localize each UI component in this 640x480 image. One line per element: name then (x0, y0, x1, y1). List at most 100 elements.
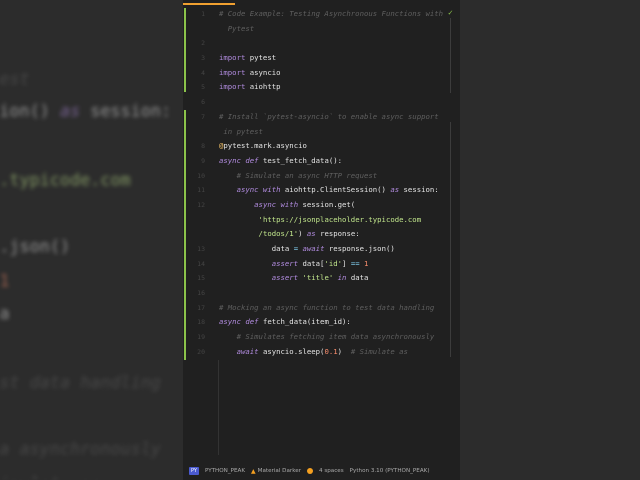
code-token: await (302, 244, 325, 253)
line-number: 17 (197, 303, 205, 312)
indent-setting[interactable]: 4 spaces (319, 468, 344, 474)
code-editor[interactable]: ✓ 1 # Code Example: Testing Asynchronous … (183, 0, 460, 480)
line-text: assert data['id'] == 1 (219, 257, 369, 272)
line-number: 20 (197, 347, 205, 356)
code-token: as (390, 185, 400, 195)
code-token: assert (271, 258, 299, 268)
code-token: ) (337, 346, 351, 356)
line-text: await asyncio.sleep(0.1) # Simulate as (219, 345, 408, 360)
line-text: import asyncio (219, 66, 281, 81)
line-text: data = await response.json() (219, 242, 395, 257)
code-token: as (59, 100, 81, 122)
code-line[interactable]: 12 async with session.get( (183, 198, 460, 213)
code-token: == (350, 258, 360, 268)
code-line[interactable]: 'https://jsonplaceholder.typicode.com (183, 213, 460, 228)
code-token: 1 (0, 269, 10, 291)
code-token: response.json() (0, 236, 71, 257)
code-token: /todos/1' (258, 229, 299, 239)
line-text: in pytest (219, 125, 263, 140)
code-token: aiohttp.ClientSession() (0, 100, 50, 122)
code-token: pytest (245, 53, 277, 63)
line-text: assert data['id'] == 1 (0, 265, 9, 299)
code-token: # Simulate as (0, 473, 100, 480)
line-text: 'https://jsonplaceholder.typicode.com (0, 164, 131, 198)
code-token: async def (219, 155, 259, 165)
code-token: async with (254, 199, 299, 209)
code-line[interactable]: 1 # Code Example: Testing Asynchronous Fu… (183, 7, 460, 22)
line-text: # Mocking an async function to test data… (219, 301, 434, 316)
project-name[interactable]: PYTHON_PEAK (205, 468, 245, 474)
code-lines[interactable]: 1 # Code Example: Testing Asynchronous Fu… (183, 7, 460, 360)
code-line[interactable]: 10 # Simulate an async HTTP request (183, 169, 460, 184)
code-line[interactable]: 15 assert 'title' in data (183, 271, 460, 286)
line-text: Pytest (219, 22, 254, 37)
code-line[interactable]: 6 (183, 95, 460, 110)
code-line[interactable]: 8 @pytest.mark.asyncio (183, 139, 460, 154)
interpreter[interactable]: Python 3.10 (PYTHON_PEAK) (350, 468, 430, 474)
code-token: 'https://jsonplaceholder.typicode.com (0, 168, 131, 190)
code-token: import (219, 82, 246, 92)
code-line[interactable]: in pytest (183, 125, 460, 140)
code-token: asyncio (245, 67, 281, 77)
line-number: 3 (201, 54, 205, 63)
active-tab-indicator (183, 3, 235, 5)
status-dot-icon[interactable] (307, 468, 313, 474)
line-number: 7 (201, 112, 205, 121)
code-token: data (0, 303, 10, 325)
line-text: async with aiohttp.ClientSession() as se… (219, 183, 439, 198)
code-line[interactable]: 20 await asyncio.sleep(0.1) # Simulate a… (183, 345, 460, 360)
code-line[interactable]: 14 assert data['id'] == 1 (183, 257, 460, 272)
code-line[interactable]: 9 async def test_fetch_data(): (183, 154, 460, 169)
code-token: # Simulate an async HTTP request (219, 170, 378, 180)
code-line[interactable]: 16 (183, 286, 460, 301)
line-text: await asyncio.sleep(0.1) # Simulate as (0, 468, 100, 480)
code-line[interactable]: Pytest (183, 22, 460, 37)
line-text: # Simulate an async HTTP request (219, 169, 378, 184)
code-line[interactable]: 19 # Simulates fetching item data asynch… (183, 330, 460, 345)
line-text: # Simulates fetching item data asynchron… (0, 434, 161, 468)
code-token: # Simulates fetching item data asynchron… (219, 332, 435, 342)
code-line[interactable]: 7 # Install `pytest-asyncio` to enable as… (183, 110, 460, 125)
code-line[interactable]: 3 import pytest (183, 51, 460, 66)
line-text: # Code Example: Testing Asynchronous Fun… (219, 7, 443, 22)
code-token: Pytest (219, 23, 255, 33)
code-token: 0.1 (324, 346, 338, 356)
code-token: session: (399, 185, 439, 195)
line-number: 16 (197, 289, 205, 298)
code-token: test_fetch_data(): (258, 155, 343, 165)
line-text: @pytest.mark.asyncio (219, 139, 307, 154)
code-line[interactable]: /todos/1') as response: (183, 227, 460, 242)
code-token: # Simulates fetching item data asynchron… (0, 438, 161, 460)
line-number: 10 (197, 171, 205, 180)
line-text: # Mocking an async function to test data… (0, 367, 161, 401)
line-number: 1 (201, 10, 205, 18)
code-line[interactable]: 13 data = await response.json() (183, 242, 460, 257)
indent-guide (218, 360, 219, 455)
code-line[interactable]: 2 (183, 36, 460, 51)
code-token: 'title' (302, 273, 334, 283)
code-line[interactable]: 4 import asyncio (183, 66, 460, 81)
code-line[interactable]: 5 import aiohttp (183, 80, 460, 95)
code-token: in pytest (219, 126, 263, 136)
line-number: 19 (197, 333, 205, 342)
code-line[interactable]: 11 async with aiohttp.ClientSession() as… (183, 183, 460, 198)
code-line[interactable]: 18 async def fetch_data(item_id): (183, 315, 460, 330)
code-token: # Mocking an async function to test data… (0, 371, 161, 392)
line-number: 2 (201, 39, 205, 48)
code-token: import (219, 53, 246, 63)
code-line[interactable]: 17 # Mocking an async function to test da… (183, 301, 460, 316)
code-token: # Simulate an async HTTP request (0, 67, 30, 88)
line-text: 'https://jsonplaceholder.typicode.com (219, 213, 422, 228)
line-text: # Simulate an async HTTP request (0, 63, 30, 97)
code-token: response.json() (324, 244, 395, 253)
line-number: 15 (197, 274, 205, 283)
line-text: import aiohttp (219, 80, 281, 95)
line-number: 12 (197, 200, 205, 209)
theme-name[interactable]: Material Darker (258, 468, 301, 474)
line-number: 18 (197, 318, 205, 327)
